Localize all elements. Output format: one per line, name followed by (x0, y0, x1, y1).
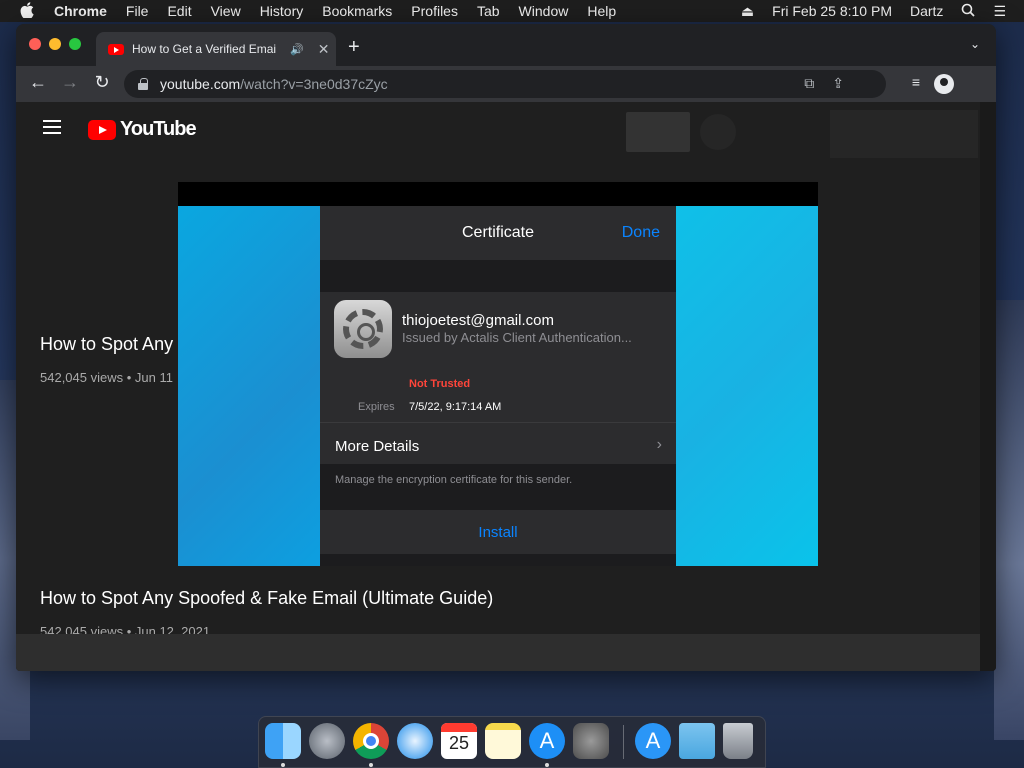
more-details-row[interactable]: More Details (335, 438, 419, 455)
menu-history[interactable]: History (260, 3, 304, 19)
notes-icon[interactable] (485, 723, 521, 759)
forward-button[interactable]: → (58, 72, 82, 93)
video-title-partial: How to Spot Any (40, 334, 174, 354)
hamburger-menu-icon[interactable] (43, 120, 61, 134)
certificate-card: thiojoetest@gmail.com Issued by Actalis … (320, 292, 676, 464)
media-queue-icon[interactable]: ≡ (912, 74, 920, 90)
back-button[interactable]: ← (26, 72, 50, 93)
header-right-placeholder (830, 110, 978, 158)
youtube-play-icon (88, 119, 116, 140)
spotlight-search-icon[interactable] (961, 3, 976, 20)
url-path: /watch?v=3ne0d37cZyc (240, 76, 388, 92)
settings-gear-icon (334, 300, 392, 358)
manage-certificate-note: Manage the encryption certificate for th… (335, 474, 573, 486)
video-background-left (178, 206, 320, 566)
address-bar[interactable]: youtube.com/watch?v=3ne0d37cZyc ⧉ ⇪ (124, 70, 886, 98)
menubar-datetime[interactable]: Fri Feb 25 8:10 PM (772, 3, 892, 19)
trash-icon[interactable] (723, 723, 753, 759)
eject-icon[interactable]: ⏏ (741, 3, 754, 20)
share-icon[interactable]: ⇪ (832, 75, 844, 92)
calendar-icon[interactable]: 25 (441, 723, 477, 759)
system-preferences-icon[interactable] (573, 723, 609, 759)
search-placeholder-block (626, 112, 690, 152)
calendar-day: 25 (448, 733, 470, 753)
downloads-folder-icon[interactable] (679, 723, 715, 759)
lock-icon[interactable] (138, 78, 148, 90)
tab-title: How to Get a Verified Emai (132, 42, 277, 56)
menu-window[interactable]: Window (519, 3, 569, 19)
tab-strip: How to Get a Verified Emai 🔊 ✕ + ⌄ (16, 24, 996, 66)
done-button[interactable]: Done (622, 224, 660, 242)
reload-button[interactable]: ↻ (90, 72, 114, 93)
audio-playing-icon[interactable]: 🔊 (290, 43, 304, 56)
dock-separator (623, 725, 624, 759)
new-tab-button[interactable]: + (348, 36, 360, 59)
menu-profiles[interactable]: Profiles (411, 3, 458, 19)
chrome-icon[interactable] (353, 723, 389, 759)
menu-file[interactable]: File (126, 3, 149, 19)
profile-avatar-icon[interactable] (934, 74, 954, 94)
menubar-user[interactable]: Dartz (910, 3, 943, 19)
video-title: How to Spot Any Spoofed & Fake Email (Ul… (40, 588, 494, 608)
install-button[interactable]: Install (320, 524, 676, 541)
minimize-window-button[interactable] (49, 38, 61, 50)
open-in-app-icon[interactable]: ⧉ (804, 75, 814, 92)
browser-toolbar: ← → ↻ youtube.com/watch?v=3ne0d37cZyc ⧉ … (16, 66, 996, 102)
chrome-running-indicator (369, 763, 373, 767)
install-row[interactable]: Install (320, 510, 676, 554)
apple-menu-icon[interactable] (20, 1, 38, 21)
expires-label: Expires (358, 401, 395, 413)
divider (320, 422, 676, 423)
video-background-right (676, 206, 818, 566)
safari-icon[interactable] (397, 723, 433, 759)
youtube-favicon-icon (108, 43, 124, 55)
sheet-header: Certificate Done (320, 206, 676, 260)
menu-bookmarks[interactable]: Bookmarks (322, 3, 392, 19)
avatar-placeholder-block (700, 114, 736, 150)
trust-status-badge: Not Trusted (409, 378, 471, 390)
page-side-strip (980, 102, 996, 671)
video-player[interactable]: Certificate Done thiojoetest@gmail.com I… (178, 182, 818, 566)
youtube-logo-text: YouTube (120, 118, 197, 140)
finder-icon[interactable] (265, 723, 301, 759)
tab-youtube[interactable]: How to Get a Verified Emai 🔊 ✕ (96, 32, 336, 66)
youtube-header: YouTube (16, 102, 996, 158)
menu-app-name[interactable]: Chrome (54, 3, 107, 19)
menu-help[interactable]: Help (587, 3, 616, 19)
close-window-button[interactable] (29, 38, 41, 50)
tab-search-chevron-icon[interactable]: ⌄ (970, 37, 980, 51)
certificate-issuer: Issued by Actalis Client Authentication.… (402, 330, 632, 345)
url-host: youtube.com (160, 76, 241, 92)
chevron-right-icon[interactable]: › (657, 436, 662, 454)
menu-bar: Chrome File Edit View History Bookmarks … (0, 0, 1024, 22)
video-meta-partial: 542,045 views • Jun 11 (40, 370, 173, 385)
fullscreen-window-button[interactable] (69, 38, 81, 50)
close-tab-icon[interactable]: ✕ (318, 41, 330, 58)
launchpad-icon[interactable] (309, 723, 345, 759)
control-center-icon[interactable]: ☰ (993, 3, 1006, 20)
app-store-running-indicator (545, 763, 549, 767)
app-store-icon[interactable]: A (529, 723, 565, 759)
app-store-folder-icon[interactable]: A (635, 723, 671, 759)
certificate-sheet: Certificate Done thiojoetest@gmail.com I… (320, 206, 676, 566)
page-bottom-bar (16, 634, 980, 671)
expires-value: 7/5/22, 9:17:14 AM (409, 401, 502, 413)
menu-edit[interactable]: Edit (167, 3, 191, 19)
menu-tab[interactable]: Tab (477, 3, 500, 19)
menu-view[interactable]: View (211, 3, 241, 19)
chrome-window: How to Get a Verified Emai 🔊 ✕ + ⌄ ← → ↻… (16, 24, 996, 671)
dock: 25 A A (258, 716, 766, 768)
desktop-wallpaper-right (994, 300, 1024, 740)
youtube-page: YouTube How to Spot Any 542,045 views • … (16, 102, 996, 671)
finder-running-indicator (281, 763, 285, 767)
youtube-logo[interactable]: YouTube (88, 118, 197, 141)
certificate-email: thiojoetest@gmail.com (402, 312, 554, 329)
